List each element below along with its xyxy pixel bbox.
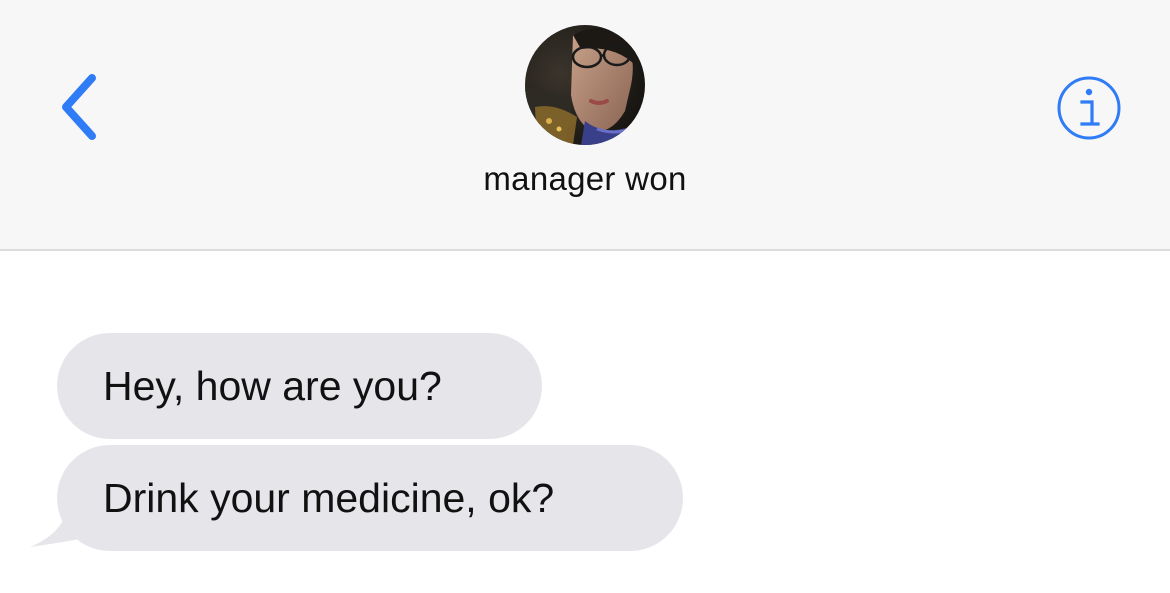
contact-name[interactable]: manager won [385, 160, 785, 198]
incoming-message[interactable]: Hey, how are you? [57, 333, 542, 439]
info-button[interactable] [1055, 74, 1123, 142]
contact-photo [525, 25, 645, 145]
back-button[interactable] [50, 66, 110, 146]
info-circle-icon [1057, 76, 1121, 140]
conversation-header: manager won [0, 0, 1170, 251]
message-thread: Hey, how are you? Drink your medicine, o… [0, 251, 1170, 593]
conversation-screen: manager won Hey, how are you? Drink your… [0, 0, 1170, 593]
chevron-left-icon [62, 74, 96, 140]
avatar[interactable] [525, 25, 645, 145]
incoming-message[interactable]: Drink your medicine, ok? [57, 445, 683, 551]
